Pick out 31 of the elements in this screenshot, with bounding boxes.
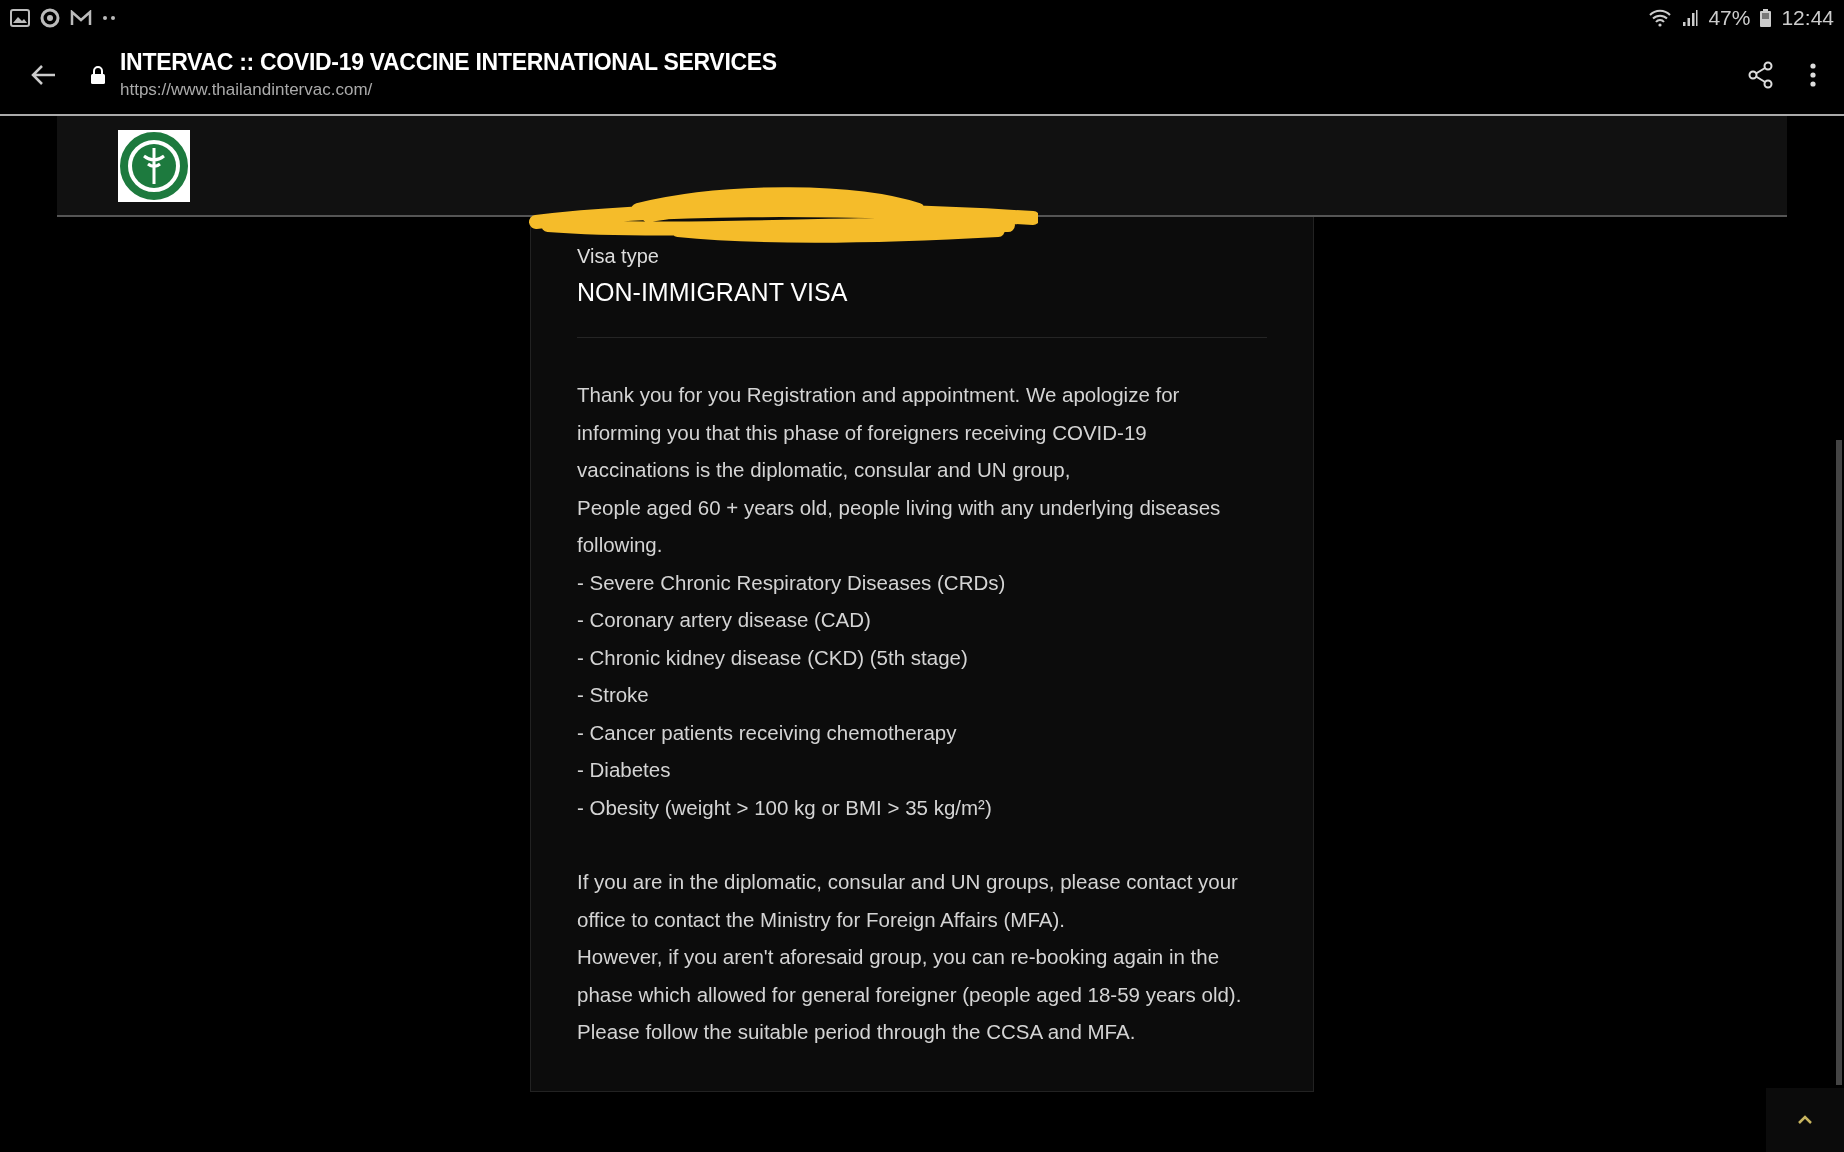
ministry-logo[interactable] [118, 130, 190, 202]
share-icon[interactable] [1748, 60, 1774, 89]
image-icon [10, 8, 30, 27]
message-text: - Obesity (weight > 100 kg or BMI > 35 kg/m²) [577, 794, 993, 821]
visa-type-value: NON-IMMIGRANT VISA [577, 278, 1267, 338]
message-text: - Chronic kidney disease (CKD) (5th stage) [577, 644, 969, 671]
battery-percent: 47% [1708, 5, 1751, 30]
scrollbar[interactable] [1836, 440, 1842, 1085]
message-text: However, if you aren't aforesaid group, you can re-booking again in the phase which allowed for general foreigner (people aged 18-59 years old). [577, 944, 1243, 1008]
caret-icon [1797, 1115, 1813, 1125]
message-text: Please follow the suitable period through the CCSA and MFA. [577, 1019, 1137, 1045]
message-text: - Diabetes [577, 757, 672, 783]
message-text: If you are in the diplomatic, consular and UN groups, please contact your office to contact the Ministry for Foreign Affairs (MFA). [577, 869, 1239, 933]
dots-icon [102, 14, 116, 21]
page-title: INTERVAC :: COVID-19 VACCINE INTERNATIONAL SERVICES [120, 49, 778, 76]
message-text: - Coronary artery disease (CAD) [577, 607, 872, 633]
message-text: - Cancer patients receiving chemotherapy [577, 719, 958, 746]
more-menu-icon[interactable] [1810, 62, 1816, 87]
browser-icon [40, 7, 60, 28]
message-text: People aged 60 + years old, people living with any underlying diseases following. [577, 494, 1222, 558]
signal-icon [1682, 8, 1699, 27]
message-text: Thank you for you Registration and appointment. We apologize for informing you that this phase of foreigners receiving COVID-19 vaccinations is the diplomatic, consular and UN group, [577, 382, 1181, 483]
wifi-icon [1648, 8, 1673, 27]
clock-time: 12:44 [1781, 5, 1834, 30]
mail-icon [70, 9, 92, 26]
battery-icon [1760, 8, 1772, 27]
message-text: - Stroke [577, 682, 650, 708]
field-label: Visa type [577, 245, 660, 268]
lock-icon [90, 65, 106, 84]
message-text: - Severe Chronic Respiratory Diseases (CRDs) [577, 569, 1007, 596]
page-url: https://www.thailandintervac.com/ [120, 80, 374, 100]
